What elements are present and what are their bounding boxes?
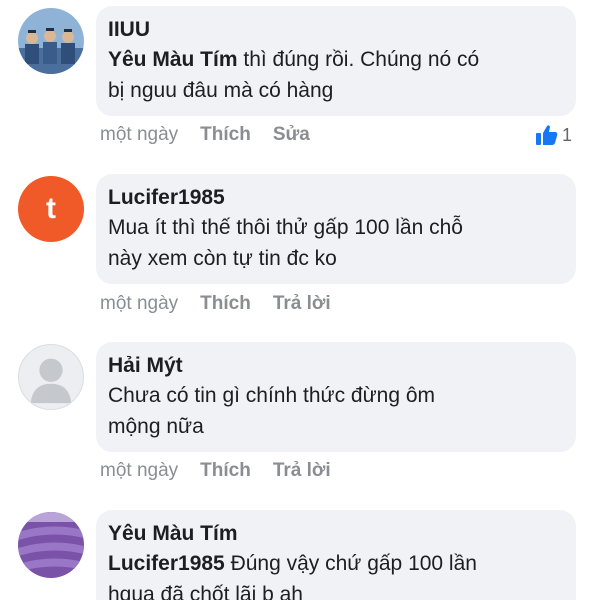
avatar[interactable] xyxy=(18,8,84,74)
reply-button[interactable]: Trả lời xyxy=(273,460,331,482)
comment-bubble: Hải Mýt Chưa có tin gì chính thức đừng ô… xyxy=(96,342,576,452)
mention-link[interactable]: Yêu Màu Tím xyxy=(108,48,238,71)
thumbs-up-icon xyxy=(535,125,558,145)
comment-text: Lucifer1985 Đúng vậy chứ gấp 100 lần xyxy=(108,548,564,579)
comment-author[interactable]: Hải Mýt xyxy=(108,352,564,380)
comment-author[interactable]: IIUU xyxy=(108,16,564,44)
comment-text-line1: thì đúng rồi. Chúng nó có xyxy=(237,48,480,71)
comment-text: Yêu Màu Tím thì đúng rồi. Chúng nó có xyxy=(108,44,564,75)
comment-actions: một ngày Thích Trả lời xyxy=(100,460,353,482)
edit-button[interactable]: Sửa xyxy=(273,124,310,146)
comment-time: một ngày xyxy=(100,124,179,145)
like-button[interactable]: Thích xyxy=(200,124,251,146)
mention-link[interactable]: Lucifer1985 xyxy=(108,552,225,575)
comment-time: một ngày xyxy=(100,460,179,481)
comment-author[interactable]: Yêu Màu Tím xyxy=(108,520,564,548)
like-count: 1 xyxy=(561,124,572,145)
avatar[interactable] xyxy=(18,344,84,410)
comment-bubble: Lucifer1985 Mua ít thì thế thôi thử gấp … xyxy=(96,174,576,284)
comment-text-line2: mộng nữa xyxy=(108,415,204,438)
comment-text-line1: Mua ít thì thế thôi thử gấp 100 lần chỗ xyxy=(108,216,463,239)
group-photo-icon xyxy=(18,8,84,74)
comment-bubble: Yêu Màu Tím Lucifer1985 Đúng vậy chứ gấp… xyxy=(96,510,576,600)
comment-time: một ngày xyxy=(100,293,179,314)
comment-text-line2: này xem còn tự tin đc ko xyxy=(108,247,337,270)
reply-button[interactable]: Trả lời xyxy=(273,293,331,315)
comment-actions: một ngày Thích Sửa xyxy=(100,124,332,146)
like-count-badge[interactable]: 1 xyxy=(535,124,572,146)
comment-bubble: IIUU Yêu Màu Tím thì đúng rồi. Chúng nó … xyxy=(96,6,576,116)
lavender-photo-icon xyxy=(18,512,84,578)
comment-text-line2: bị nguu đâu mà có hàng xyxy=(108,79,334,102)
like-button[interactable]: Thích xyxy=(200,460,251,482)
avatar[interactable]: t xyxy=(18,176,84,242)
default-profile-icon xyxy=(19,345,83,409)
avatar[interactable] xyxy=(18,512,84,578)
comment-actions: một ngày Thích Trả lời xyxy=(100,293,353,315)
like-button[interactable]: Thích xyxy=(200,293,251,315)
comment-text-line1: Chưa có tin gì chính thức đừng ôm xyxy=(108,384,436,407)
comment-text-line2: hqua đã chốt lãi b ah xyxy=(108,583,303,600)
comment-author[interactable]: Lucifer1985 xyxy=(108,184,564,212)
comment-text-line1: Đúng vậy chứ gấp 100 lần xyxy=(224,552,477,575)
avatar-letter: t xyxy=(46,192,56,225)
